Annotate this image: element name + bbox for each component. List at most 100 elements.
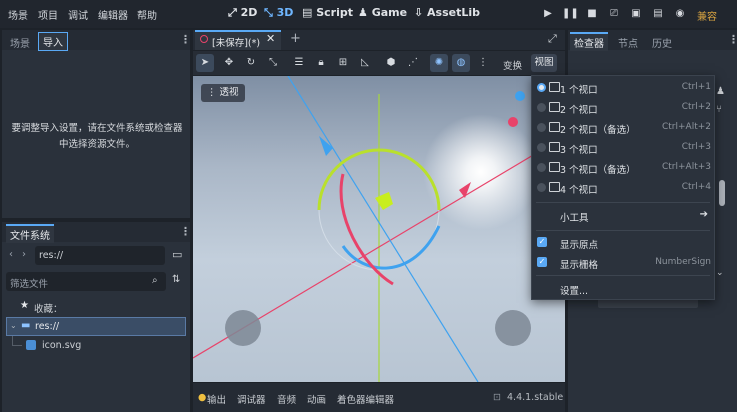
tab-history[interactable]: 历史 [652, 35, 672, 50]
menu-item-label: 3 个视口（备选） [560, 165, 636, 176]
environment-preview-icon[interactable]: ◍ [452, 54, 470, 72]
2-viewports-icon [549, 102, 560, 112]
menu-item-2-viewports-alt[interactable]: 2 个视口（备选） Ctrl+Alt+2 [532, 118, 714, 138]
ruler-icon[interactable]: ◺ [356, 54, 374, 72]
radio-icon [537, 103, 546, 112]
menu-item-1-viewport[interactable]: 1 个视口 Ctrl+1 [532, 78, 714, 98]
movie-maker-icon[interactable]: ◉ [672, 6, 688, 22]
remote-debug-icon[interactable]: ⎚ [606, 6, 622, 22]
3d-icon: ⤡ [264, 6, 277, 19]
icon-svg-item[interactable]: icon.svg [24, 338, 174, 356]
2-viewports-alt-icon [549, 122, 560, 132]
view-menu-button[interactable]: 视图 [531, 54, 557, 72]
menu-item-3-viewports-alt[interactable]: 3 个视口（备选） Ctrl+Alt+3 [532, 158, 714, 178]
workspace-3d-button[interactable]: ⤡ 3D [264, 6, 293, 20]
menu-item-shortcut: NumberSign [655, 257, 711, 267]
inspector-dropdown-icon[interactable]: ⌄ [716, 268, 724, 278]
workspace-game-button[interactable]: ♟ Game [358, 6, 407, 19]
menu-item-3-viewports[interactable]: 3 个视口 Ctrl+3 [532, 138, 714, 158]
menu-scene[interactable]: 场景 [8, 7, 28, 22]
z-axis-line [287, 76, 479, 382]
4-viewports-icon [549, 182, 560, 192]
tab-scene[interactable]: 场景 [10, 35, 30, 50]
menu-separator [536, 230, 710, 231]
menu-item-show-grid[interactable]: ✓ 显示栅格 NumberSign [532, 253, 714, 273]
split-view-icon[interactable]: ▭ [172, 248, 182, 261]
menu-item-4-viewports[interactable]: 4 个视口 Ctrl+4 [532, 178, 714, 198]
inspector-tool-icon[interactable]: ♟ [716, 86, 725, 97]
select-tool-icon[interactable]: ➤ [196, 54, 214, 72]
bottom-tab-audio[interactable]: 音频 [277, 392, 296, 406]
import-dock-tabbar: 场景 导入 ⋮ [2, 30, 191, 51]
tab-node[interactable]: 节点 [618, 35, 638, 50]
gizmo-x-dot [508, 117, 518, 127]
collapse-arrow-icon[interactable]: ⌄ [10, 321, 17, 330]
filesystem-tabbar: 文件系统 ⋮ [2, 222, 191, 243]
sort-icon[interactable]: ⇅ [172, 274, 180, 285]
dock-menu-icon[interactable]: ⋮ [180, 33, 191, 46]
pause-icon[interactable]: ❚❚ [562, 6, 579, 22]
sun-preview-icon[interactable]: ✺ [430, 54, 448, 72]
menu-item-show-origin[interactable]: ✓ 显示原点 [532, 233, 714, 253]
list-select-icon[interactable]: ☰ [290, 54, 308, 72]
res-root-item[interactable]: ⌄ ▬ res:// [6, 317, 186, 336]
svg-file-icon [26, 340, 36, 350]
radio-icon [537, 143, 546, 152]
inspector-menu-icon[interactable]: ⋮ [728, 33, 737, 46]
workspace-2d-button[interactable]: ⤢ 2D [228, 6, 257, 20]
forward-icon[interactable]: › [22, 249, 26, 260]
move-tool-icon[interactable]: ✥ [220, 54, 238, 72]
bottom-tab-shader-editor[interactable]: 着色器编辑器 [337, 392, 394, 406]
play-custom-scene-icon[interactable]: ▤ [650, 6, 666, 22]
lock-icon[interactable]: 🔒︎ [312, 54, 330, 72]
menu-debug[interactable]: 调试 [68, 7, 88, 22]
play-scene-icon[interactable]: ▣ [628, 6, 644, 22]
perspective-button[interactable]: ⋮ 透视 [201, 84, 245, 102]
version-icon: ⊡ [493, 392, 501, 403]
rotate-tool-icon[interactable]: ↻ [242, 54, 260, 72]
scale-tool-icon[interactable]: ⤡ [264, 54, 282, 72]
transform-menu[interactable]: 变换 [503, 58, 522, 72]
snap-icon[interactable]: ⋰ [404, 54, 422, 72]
menu-project[interactable]: 项目 [38, 7, 58, 22]
2d-icon: ⤢ [228, 6, 241, 19]
menu-item-settings[interactable]: 设置... [532, 279, 714, 299]
stop-icon[interactable]: ■ [584, 6, 600, 22]
local-space-icon[interactable]: ⬢ [382, 54, 400, 72]
inspector-scrollbar[interactable] [719, 180, 725, 206]
bottom-tab-animation[interactable]: 动画 [307, 392, 326, 406]
bottom-tab-output[interactable]: 输出 [207, 392, 226, 406]
tab-import[interactable]: 导入 [38, 32, 68, 51]
group-icon[interactable]: ⊞ [334, 54, 352, 72]
search-icon: ⌕ [152, 275, 158, 286]
filesystem-menu-icon[interactable]: ⋮ [180, 225, 191, 238]
toolbar-more-icon[interactable]: ⋮ [474, 54, 492, 72]
bottom-tab-debugger[interactable]: 调试器 [237, 392, 266, 406]
favorites-item[interactable]: ★ 收藏： [6, 298, 186, 316]
move-joystick [225, 310, 261, 346]
menu-help[interactable]: 帮助 [137, 7, 157, 22]
tab-filesystem[interactable]: 文件系统 [6, 224, 54, 243]
renderer-select[interactable]: 兼容 [697, 8, 717, 23]
path-value: res:// [39, 250, 64, 261]
workspace-assetlib-button[interactable]: ⇩ AssetLib [414, 6, 480, 19]
tab-inspector[interactable]: 检查器 [570, 32, 608, 51]
star-icon: ★ [20, 300, 29, 311]
filter-files-input[interactable]: 筛选文件 ⌕ [6, 272, 166, 291]
menu-item-2-viewports[interactable]: 2 个视口 Ctrl+2 [532, 98, 714, 118]
menu-item-gizmos[interactable]: 小工具 ➔ [532, 206, 714, 226]
play-icon[interactable]: ▶ [540, 6, 556, 22]
close-tab-icon[interactable]: ✕ [266, 32, 275, 45]
menu-item-label: 小工具 [560, 213, 589, 224]
inspector-filter-icon[interactable]: ⑂ [716, 104, 722, 115]
3d-viewport[interactable]: ⋮ 透视 [193, 76, 565, 382]
view-dropdown-menu: 1 个视口 Ctrl+1 2 个视口 Ctrl+2 2 个视口（备选） Ctrl… [531, 75, 715, 300]
sun-glow [423, 114, 539, 230]
workspace-script-button[interactable]: ▤ Script [302, 6, 353, 19]
back-icon[interactable]: ‹ [9, 249, 13, 260]
menu-item-shortcut: Ctrl+2 [681, 102, 711, 112]
menu-editor[interactable]: 编辑器 [98, 7, 128, 22]
path-field[interactable]: res:// [35, 246, 165, 265]
distraction-free-icon[interactable]: ⤢ [548, 32, 557, 46]
add-tab-icon[interactable]: + [290, 31, 301, 46]
